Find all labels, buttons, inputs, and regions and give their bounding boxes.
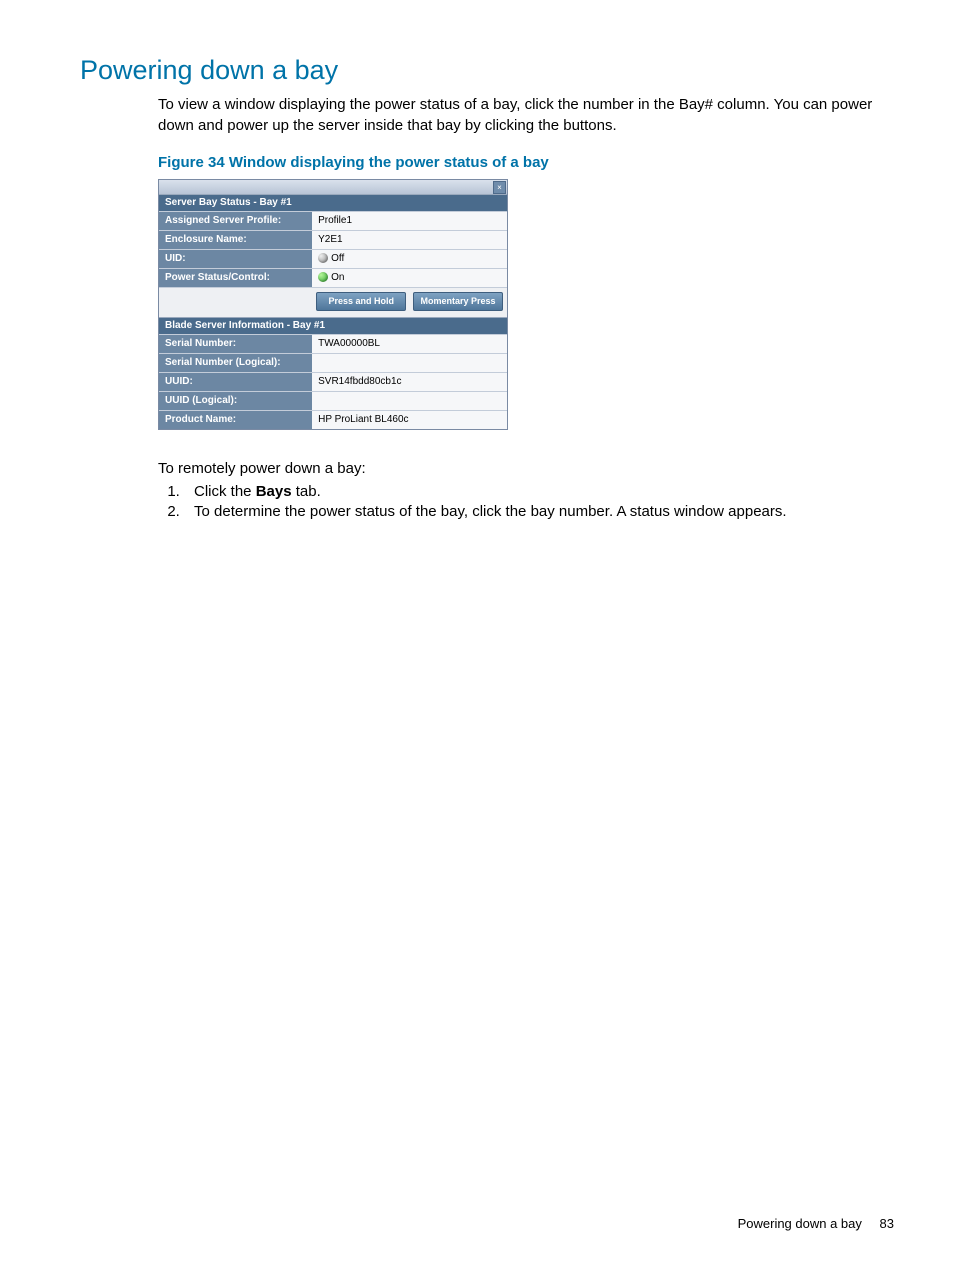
status-dot-off-icon <box>318 253 328 263</box>
section-header-blade-info: Blade Server Information - Bay #1 <box>159 317 507 334</box>
step-text: tab. <box>292 483 321 500</box>
procedure-steps: Click the Bays tab. To determine the pow… <box>158 483 884 520</box>
table-row: UUID (Logical): <box>159 391 507 410</box>
section-header-bay-status: Server Bay Status - Bay #1 <box>159 194 507 211</box>
page-footer: Powering down a bay 83 <box>738 1216 894 1231</box>
step-bold: Bays <box>256 483 292 500</box>
table-row: Product Name: HP ProLiant BL460c <box>159 410 507 429</box>
press-and-hold-button[interactable]: Press and Hold <box>316 292 406 311</box>
value-assigned-profile: Profile1 <box>312 212 507 231</box>
momentary-press-button[interactable]: Momentary Press <box>413 292 503 311</box>
bay-status-window: × Server Bay Status - Bay #1 Assigned Se… <box>158 179 508 430</box>
table-row: Enclosure Name: Y2E1 <box>159 231 507 250</box>
table-row: UID: Off <box>159 250 507 269</box>
blade-info-table: Serial Number: TWA00000BL Serial Number … <box>159 334 507 429</box>
list-item: Click the Bays tab. <box>184 483 884 500</box>
label-power-status: Power Status/Control: <box>159 269 312 288</box>
procedure-lead-in: To remotely power down a bay: <box>158 460 884 477</box>
value-serial-number: TWA00000BL <box>312 334 507 353</box>
status-dot-on-icon <box>318 272 328 282</box>
value-enclosure-name: Y2E1 <box>312 231 507 250</box>
value-serial-number-logical <box>312 353 507 372</box>
label-uuid: UUID: <box>159 372 312 391</box>
footer-section-title: Powering down a bay <box>738 1216 862 1231</box>
label-serial-number: Serial Number: <box>159 334 312 353</box>
window-titlebar: × <box>159 180 507 194</box>
value-power-status: On <box>312 269 507 288</box>
page-number: 83 <box>880 1216 894 1231</box>
list-item: To determine the power status of the bay… <box>184 503 884 520</box>
label-serial-number-logical: Serial Number (Logical): <box>159 353 312 372</box>
intro-paragraph: To view a window displaying the power st… <box>158 94 884 136</box>
table-row: Assigned Server Profile: Profile1 <box>159 212 507 231</box>
power-text: On <box>331 272 344 283</box>
figure-caption: Figure 34 Window displaying the power st… <box>158 154 884 171</box>
power-button-row: Press and Hold Momentary Press <box>159 287 507 317</box>
value-uuid: SVR14fbdd80cb1c <box>312 372 507 391</box>
label-assigned-profile: Assigned Server Profile: <box>159 212 312 231</box>
label-uid: UID: <box>159 250 312 269</box>
label-uuid-logical: UUID (Logical): <box>159 391 312 410</box>
close-icon[interactable]: × <box>493 181 506 194</box>
label-enclosure-name: Enclosure Name: <box>159 231 312 250</box>
value-uuid-logical <box>312 391 507 410</box>
table-row: UUID: SVR14fbdd80cb1c <box>159 372 507 391</box>
value-product-name: HP ProLiant BL460c <box>312 410 507 429</box>
uid-text: Off <box>331 253 344 264</box>
section-heading: Powering down a bay <box>80 55 894 86</box>
value-uid: Off <box>312 250 507 269</box>
step-text: Click the <box>194 483 256 500</box>
table-row: Power Status/Control: On <box>159 269 507 288</box>
table-row: Serial Number: TWA00000BL <box>159 334 507 353</box>
label-product-name: Product Name: <box>159 410 312 429</box>
table-row: Serial Number (Logical): <box>159 353 507 372</box>
bay-status-table: Assigned Server Profile: Profile1 Enclos… <box>159 211 507 287</box>
